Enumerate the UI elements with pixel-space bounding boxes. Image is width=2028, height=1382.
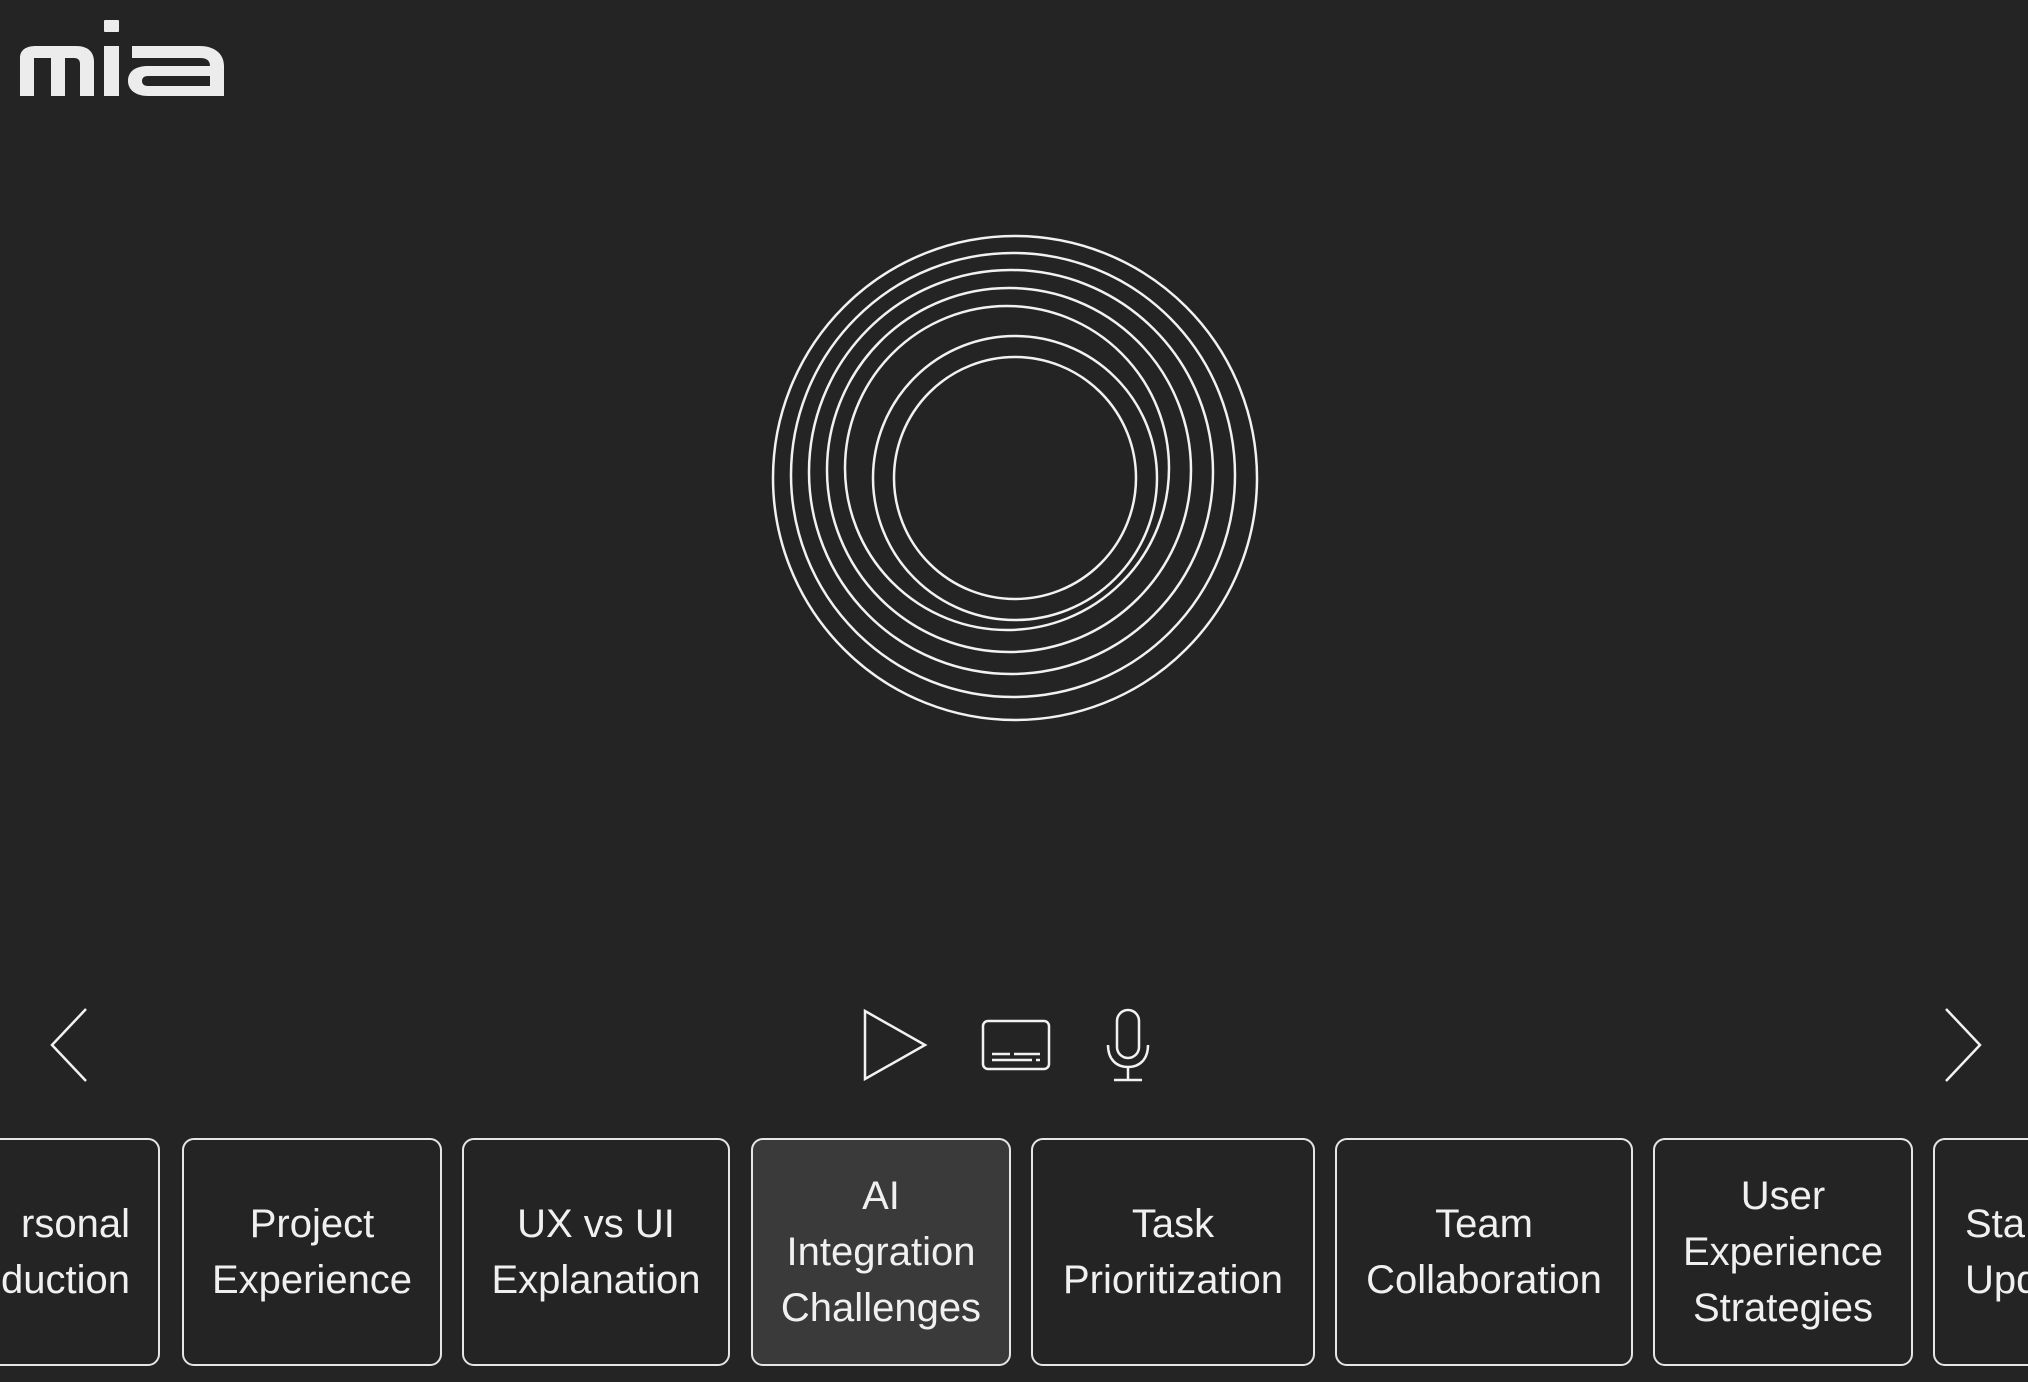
topic-card-ux-vs-ui-explanation[interactable]: UX vs UI Explanation: [462, 1138, 730, 1366]
play-button[interactable]: [860, 1007, 930, 1083]
app-stage: rsonal duction Project Experience UX vs UI…: [0, 0, 2028, 1382]
previous-topic-button[interactable]: [46, 1005, 92, 1085]
chevron-left-icon: [50, 1008, 87, 1082]
topic-label: Team Collaboration: [1366, 1202, 1602, 1302]
topic-card-user-experience-strategies[interactable]: User Experience Strategies: [1653, 1138, 1913, 1366]
playback-controls: [860, 1005, 1154, 1085]
chevron-right-icon: [1945, 1008, 1982, 1082]
topic-label: User Experience Strategies: [1682, 1174, 1884, 1330]
topic-card-personal-introduction[interactable]: rsonal duction: [0, 1138, 160, 1366]
topic-label: rsonal duction: [1, 1202, 130, 1302]
topic-label: Task Prioritization: [1062, 1202, 1284, 1302]
captions-icon: [981, 1019, 1051, 1071]
topic-carousel: rsonal duction Project Experience UX vs UI…: [0, 1138, 2028, 1370]
topic-card-task-prioritization[interactable]: Task Prioritization: [1031, 1138, 1315, 1366]
topic-label: Sta Upd: [1965, 1202, 2028, 1302]
next-topic-button[interactable]: [1940, 1005, 1986, 1085]
mia-logo: [20, 20, 224, 96]
topic-card-ai-integration-challenges[interactable]: AI Integration Challenges: [751, 1138, 1011, 1366]
play-icon: [863, 1008, 928, 1082]
topic-label: AI Integration Challenges: [780, 1174, 982, 1330]
microphone-button[interactable]: [1102, 1007, 1154, 1083]
microphone-icon: [1106, 1008, 1150, 1082]
topic-card-project-experience[interactable]: Project Experience: [182, 1138, 442, 1366]
captions-button[interactable]: [980, 1018, 1052, 1072]
voice-visualizer-rings: [771, 234, 1259, 722]
topic-card-status-updates[interactable]: Sta Upd: [1933, 1138, 2028, 1366]
topic-label: UX vs UI Explanation: [491, 1202, 701, 1302]
topic-card-team-collaboration[interactable]: Team Collaboration: [1335, 1138, 1633, 1366]
topic-label: Project Experience: [211, 1202, 413, 1302]
